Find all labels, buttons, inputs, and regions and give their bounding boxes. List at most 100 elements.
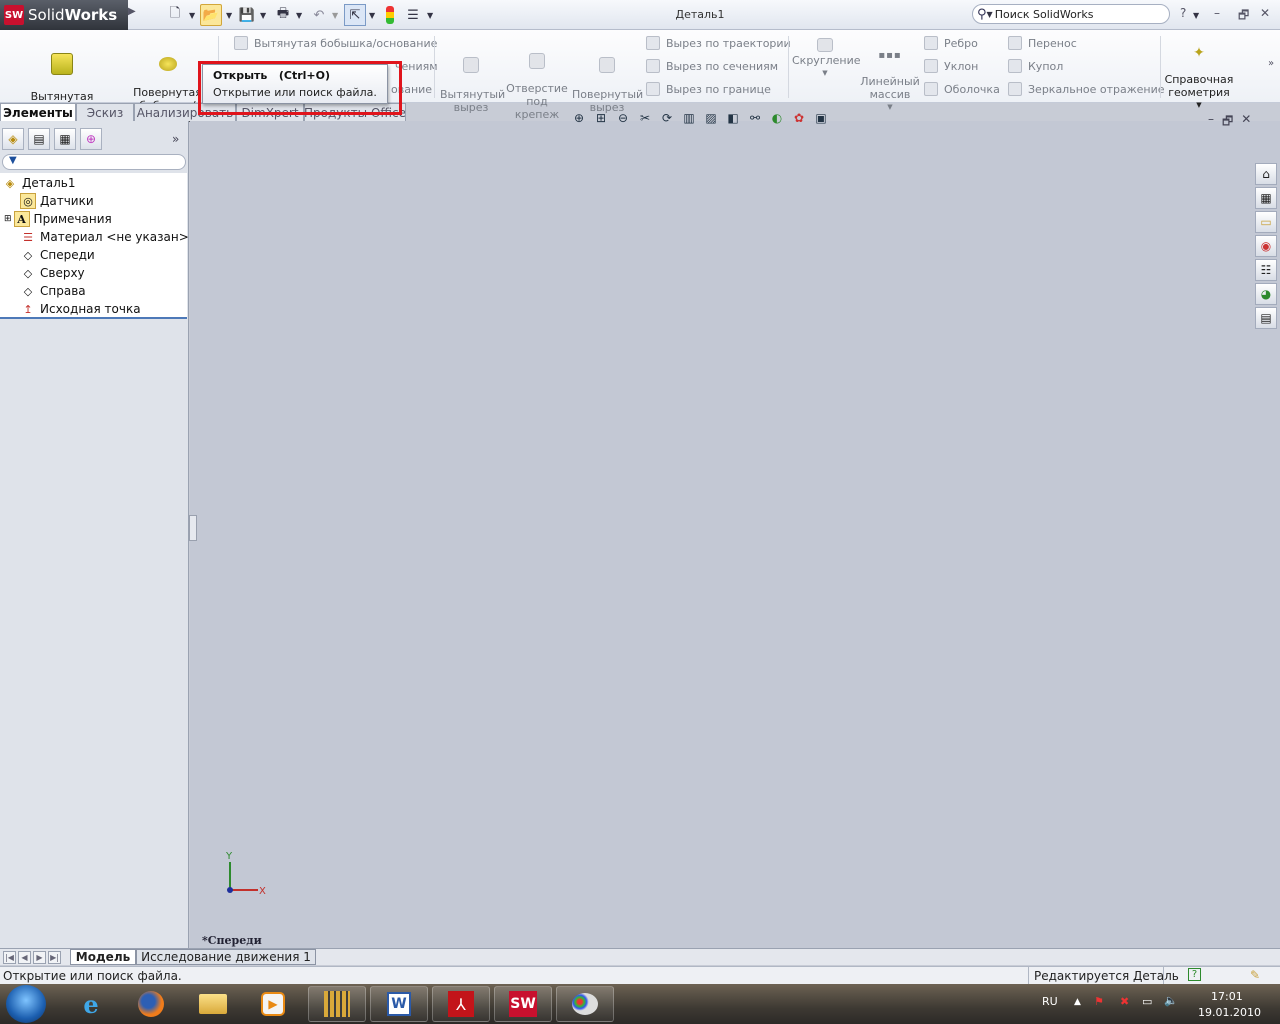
fillet-dropdown-icon[interactable]: ▼ [792,67,858,80]
rotate-view-icon[interactable]: ⟳ [658,109,676,127]
open-dropdown-icon[interactable]: ▼ [226,11,232,20]
restore-icon[interactable]: 🗗 [1238,6,1249,27]
firefox-icon[interactable] [122,986,180,1022]
menu-arrow-icon[interactable]: ▶ [128,6,136,17]
filter-box[interactable]: ▼ [2,154,186,170]
tree-item-front-plane[interactable]: ◇ Спереди [20,246,95,264]
options-icon[interactable]: ☰ [402,4,424,26]
fillet-button[interactable]: Скругление ▼ [792,36,861,80]
undo-icon[interactable]: ↶ [308,4,330,26]
view-orientation-icon[interactable]: ▥ [680,109,698,127]
solidworks-logo[interactable]: SW SolidWorks [0,0,128,30]
tab-features[interactable]: Элементы [0,103,76,121]
tab-motion-study[interactable]: Исследование движения 1 [136,949,316,965]
ref-geometry-dropdown-icon[interactable]: ▼ [1164,99,1234,112]
file-explorer-icon[interactable]: ▭ [1255,211,1277,233]
design-library-icon[interactable]: ▦ [1255,187,1277,209]
save-icon[interactable]: 💾 [236,4,258,26]
revolved-cut-button[interactable]: Повернутый вырез [572,36,643,114]
mirror-button[interactable]: Зеркальное отражение [1008,81,1165,97]
search-input[interactable]: Поиск SolidWorks [995,8,1094,21]
lofted-cut-button[interactable]: Вырез по сечениям [646,58,778,74]
close-icon[interactable]: ✕ [1260,6,1270,20]
appearances-icon[interactable]: ◕ [1255,283,1277,305]
network-icon[interactable]: ✖ [1120,995,1129,1008]
rib-button[interactable]: Ребро [924,35,978,51]
print-icon[interactable]: 🖶 [272,4,294,26]
word-icon[interactable]: W [370,986,428,1022]
dimxpert-manager-icon[interactable]: ⊕ [80,128,102,150]
rebuild-icon[interactable] [386,6,394,24]
help-status-icon[interactable]: ? [1188,968,1201,981]
property-manager-icon[interactable]: ▤ [28,128,50,150]
next-tab-icon[interactable]: ▶ [33,951,46,964]
save-dropdown-icon[interactable]: ▼ [260,11,266,20]
language-indicator[interactable]: RU [1042,995,1058,1008]
panel-splitter-handle[interactable] [189,515,197,541]
display-style-icon[interactable]: ▨ [702,109,720,127]
movie-maker-icon[interactable] [308,986,366,1022]
undo-dropdown-icon[interactable]: ▼ [332,11,338,20]
volume-icon[interactable]: 🔈 [1164,994,1178,1007]
paint-icon[interactable] [556,986,614,1022]
select-cursor-icon[interactable]: ⇱ [344,4,366,26]
tree-item-material[interactable]: ☰ Материал <не указан> [20,228,189,246]
last-tab-icon[interactable]: ▶| [48,951,61,964]
tab-sketch[interactable]: Эскиз [76,103,134,121]
viewport-restore-icon[interactable]: 🗗 [1222,112,1233,133]
viewport-close-icon[interactable]: ✕ [1241,112,1251,133]
tree-item-top-plane[interactable]: ◇ Сверху [20,264,85,282]
view-palette-icon[interactable]: ☷ [1255,259,1277,281]
feature-tree-icon[interactable]: ◈ [2,128,24,150]
tree-item-sensors[interactable]: ◎ Датчики [20,192,94,210]
tab-model[interactable]: Модель [70,949,136,965]
hide-show-items-icon[interactable]: ◧ [724,109,742,127]
zoom-to-area-icon[interactable]: ⊞ [592,109,610,127]
media-player-icon[interactable]: ▶ [244,986,302,1022]
open-folder-icon[interactable]: 📂 [200,4,222,26]
help-icon[interactable]: ? [1180,6,1186,20]
new-document-icon[interactable]: 🗋 [164,4,186,26]
show-hidden-icons-icon[interactable]: ▲ [1074,997,1081,1007]
extruded-cut-button[interactable]: Вытянутый вырез [440,36,505,114]
configuration-manager-icon[interactable]: ▦ [54,128,76,150]
custom-properties-icon[interactable]: ▤ [1255,307,1277,329]
tree-root[interactable]: ◈ Деталь1 [2,174,76,192]
view-settings-icon[interactable]: ✿ [790,109,808,127]
action-center-icon[interactable]: ⚑ [1094,995,1104,1008]
draft-button[interactable]: Уклон [924,58,978,74]
expand-panel-icon[interactable]: » [172,132,179,146]
search-box[interactable]: ⚲ ▼ Поиск SolidWorks [972,4,1170,24]
rebuild-status-icon[interactable]: ✎ [1250,968,1260,982]
previous-view-icon[interactable]: ⊖ [614,109,632,127]
solidworks-taskbar-icon[interactable]: SW [494,986,552,1022]
pattern-dropdown-icon[interactable]: ▼ [860,101,920,114]
clock-time[interactable]: 17:01 [1211,990,1243,1003]
tree-item-annotations[interactable]: ⊞ A Примечания [4,210,112,228]
graphics-area[interactable] [190,121,1280,948]
print-dropdown-icon[interactable]: ▼ [296,11,302,20]
display-icon[interactable]: ▭ [1142,995,1152,1008]
options-dropdown-icon[interactable]: ▼ [427,11,433,20]
search-results-icon[interactable]: ◉ [1255,235,1277,257]
section-view-icon[interactable]: ✂ [636,109,654,127]
tree-item-right-plane[interactable]: ◇ Справа [20,282,86,300]
first-tab-icon[interactable]: |◀ [3,951,16,964]
search-dropdown-icon[interactable]: ▼ [987,10,993,19]
viewport-minimize-icon[interactable]: – [1208,112,1214,133]
dome-button[interactable]: Купол [1008,58,1063,74]
expand-plus-icon[interactable]: ⊞ [4,214,12,224]
home-icon[interactable]: ⌂ [1255,163,1277,185]
zoom-to-fit-icon[interactable]: ⊕ [570,109,588,127]
acrobat-icon[interactable]: ⅄ [432,986,490,1022]
start-button-icon[interactable] [6,985,46,1023]
help-dropdown-icon[interactable]: ▼ [1193,11,1199,20]
tree-item-origin[interactable]: ↥ Исходная точка [20,300,140,318]
search-icon[interactable]: ⚲ [977,7,987,22]
linear-pattern-button[interactable]: ▪▪▪ Линейный массив ▼ [860,36,920,127]
minimize-icon[interactable]: – [1214,6,1220,20]
new-dropdown-icon[interactable]: ▼ [189,11,195,20]
clock-date[interactable]: 19.01.2010 [1198,1006,1261,1019]
display-manager-icon[interactable]: ▣ [812,109,830,127]
explorer-folder-icon[interactable] [184,986,242,1022]
